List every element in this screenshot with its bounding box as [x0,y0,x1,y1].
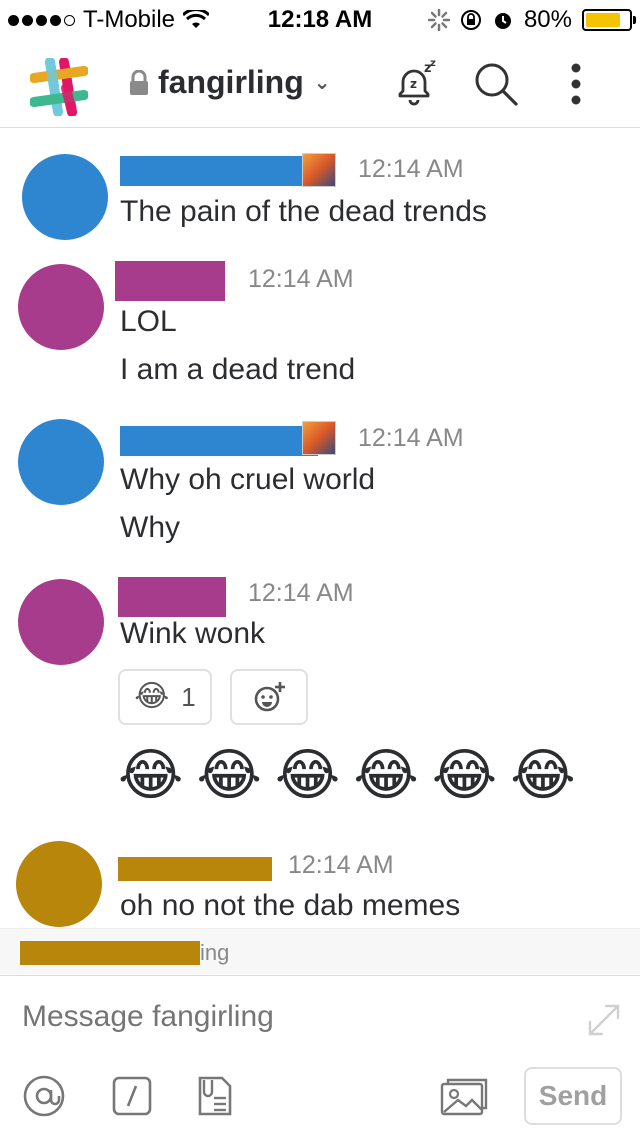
sender-name-redacted[interactable] [115,261,225,301]
status-right: 80% [427,6,636,34]
alarm-icon [494,13,511,29]
message-list[interactable]: 12:14 AM The pain of the dead trends 12:… [0,129,640,929]
photo-upload-button[interactable] [440,1074,490,1118]
more-vertical-icon [571,63,581,105]
channel-title[interactable]: fangirling ⌄ [128,64,331,101]
slash-command-icon [112,1076,152,1116]
snooze-bell-icon: z z z [398,58,436,106]
joy-emoji-icon: 😂 [431,743,498,806]
sender-name-redacted[interactable] [118,577,226,617]
message-timestamp: 12:14 AM [248,265,354,293]
loading-spinner-icon [427,9,450,31]
sender-name-redacted[interactable] [120,156,308,186]
message-composer: Send [0,975,640,1136]
search-icon [475,63,518,106]
image-gallery-icon [440,1078,488,1116]
joy-emoji-icon: 😂 [353,743,419,806]
battery-icon [582,9,636,31]
snippet-file-icon [198,1076,232,1116]
reaction-pill[interactable]: 😂 1 [118,669,212,725]
message-text: Why [120,511,180,544]
avatar[interactable] [18,579,104,665]
typing-user-redacted [20,941,200,965]
add-reaction-icon [254,682,285,712]
svg-text:z: z [410,77,417,91]
sender-badge-image [302,421,336,455]
message-text: I am a dead trend [120,353,356,386]
message-timestamp: 12:14 AM [248,579,354,607]
lock-icon [130,69,148,95]
rotation-lock-icon [460,10,481,30]
typing-text: ing [200,940,230,965]
avatar[interactable] [16,841,102,927]
svg-text:z: z [430,58,436,69]
avatar[interactable] [18,264,104,350]
message-text: The pain of the dead trends [120,195,487,228]
joy-emoji-icon: 😂 [274,743,341,806]
message-timestamp: 12:14 AM [358,155,464,183]
channel-name: fangirling [158,64,304,100]
mention-button[interactable] [22,1074,66,1118]
status-bar: T-Mobile 12:18 AM 80% [0,0,640,40]
message-timestamp: 12:14 AM [358,424,464,452]
sender-badge-image [302,153,336,187]
typing-indicator: ing [0,928,640,974]
snooze-notifications-button[interactable]: z z z [388,58,440,110]
message-text: Wink wonk [120,617,266,650]
add-reaction-button[interactable] [230,669,308,725]
chevron-down-icon: ⌄ [313,72,331,94]
joy-emoji-icon: 😂 [118,743,184,806]
joy-emoji-icon: 😂 [510,743,576,806]
joy-emoji-icon: 😂 [196,743,262,806]
avatar[interactable] [18,419,104,505]
sender-name-redacted[interactable] [118,857,272,881]
message-timestamp: 12:14 AM [288,851,394,879]
search-button[interactable] [470,58,522,110]
more-options-button[interactable] [550,58,602,110]
message-text: oh no not the dab memes [120,889,461,922]
expand-icon[interactable] [586,1002,622,1038]
reaction-count: 1 [181,681,196,712]
battery-fill [586,13,620,27]
emoji-message: 😂 😂 😂 😂 😂 😂 [118,747,576,803]
slash-command-button[interactable] [110,1074,154,1118]
message-text: Why oh cruel world [120,463,376,496]
message-input[interactable] [22,1000,562,1034]
avatar[interactable] [22,154,108,240]
at-sign-icon [23,1075,65,1117]
send-button[interactable]: Send [524,1067,622,1125]
channel-header: fangirling ⌄ z z z [0,40,640,128]
reaction-bar: 😂 1 [0,669,640,725]
sender-name-redacted[interactable] [120,426,318,456]
joy-emoji-icon: 😂 [134,680,170,713]
slack-logo[interactable] [30,58,88,116]
message-text: LOL [120,305,177,338]
snippet-button[interactable] [192,1074,236,1118]
battery-percentage: 80% [523,6,572,33]
